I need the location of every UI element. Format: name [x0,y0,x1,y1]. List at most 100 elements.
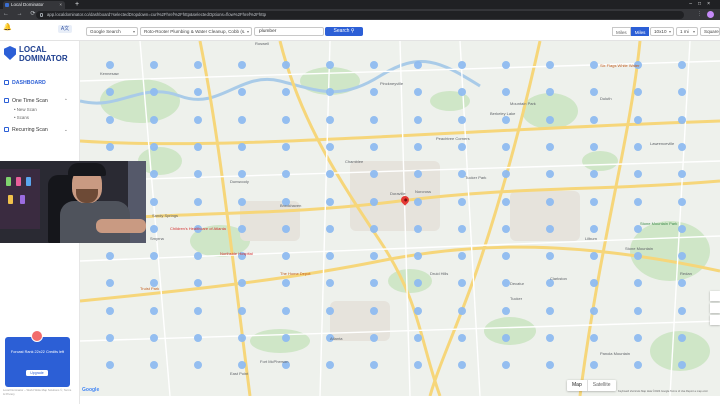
grid-point[interactable] [370,334,378,342]
sidebar-item-one-time-scan[interactable]: One Time Scan [4,98,48,104]
grid-point[interactable] [502,115,510,124]
grid-point[interactable] [634,115,642,124]
grid-point[interactable] [370,306,378,315]
grid-point[interactable] [546,306,554,315]
grid-point[interactable] [238,142,246,151]
map-type-satellite[interactable]: Satellite [586,380,616,391]
business-select[interactable]: Roto-Rooter Plumbing & Water Cleanup, Co… [140,27,252,36]
grid-point[interactable] [634,334,642,342]
chevron-down-icon[interactable]: ⌄ [64,127,68,133]
language-button[interactable]: A文 [58,25,72,33]
grid-point[interactable] [106,115,114,124]
grid-point[interactable] [282,224,290,233]
grid-point[interactable] [238,197,246,206]
grid-point[interactable] [678,115,686,124]
url-field[interactable]: app.localdominator.co/dashboard?selected… [36,10,684,19]
grid-point[interactable] [678,197,686,206]
nav-buttons[interactable]: ← → ⟳ [3,9,38,20]
grid-point[interactable] [282,306,290,315]
grid-point[interactable] [634,197,642,206]
grid-point[interactable] [458,334,466,342]
grid-point[interactable] [238,334,246,342]
grid-point[interactable] [502,197,510,206]
unit-option[interactable]: Miles [612,27,631,36]
grid-point[interactable] [502,142,510,151]
grid-point[interactable] [326,224,334,233]
grid-point[interactable] [590,306,598,315]
grid-point[interactable] [238,61,246,69]
grid-point[interactable] [590,334,598,342]
grid-point[interactable] [282,115,290,124]
grid-point[interactable] [590,61,598,69]
grid-point[interactable] [238,306,246,315]
map-attribution[interactable]: Keyboard shortcuts Map data ©2024 Google… [618,390,708,393]
unit-option-active[interactable]: Miles [630,27,650,36]
grid-point[interactable] [414,306,422,315]
new-tab-button[interactable]: + [75,0,79,9]
grid-point[interactable] [238,224,246,233]
shape-select[interactable]: Square [700,27,720,36]
search-button[interactable]: Search ⚲ [325,27,363,36]
upgrade-button[interactable]: Upgrade [26,370,48,376]
extensions-icon[interactable]: ⋮ [697,9,702,20]
grid-point[interactable] [546,115,554,124]
grid-point[interactable] [150,306,158,315]
grid-point[interactable] [194,334,202,342]
grid-point[interactable] [458,197,466,206]
grid-point[interactable] [502,224,510,233]
grid-point[interactable] [458,306,466,315]
grid-point[interactable] [678,334,686,342]
chevron-up-icon[interactable]: ⌃ [64,98,68,104]
grid-point[interactable] [414,197,422,206]
window-controls[interactable]: –□× [689,0,716,9]
grid-point[interactable] [106,61,114,69]
grid-point[interactable] [546,224,554,233]
sidebar-item-dashboard[interactable]: DASHBOARD [4,80,46,86]
grid-point[interactable] [458,142,466,151]
grid-point[interactable] [590,115,598,124]
grid-point[interactable] [414,142,422,151]
grid-point[interactable] [546,197,554,206]
grid-size-select[interactable]: 10x10 ▾ [650,27,674,36]
sidebar-item-new-scan[interactable]: • New Scan [14,107,37,112]
grid-point[interactable] [326,306,334,315]
grid-point[interactable] [282,334,290,342]
grid-point[interactable] [282,142,290,151]
grid-point[interactable] [326,142,334,151]
grid-point[interactable] [634,142,642,151]
grid-point[interactable] [194,142,202,151]
grid-point[interactable] [370,61,378,69]
grid-point[interactable] [546,142,554,151]
search-type-select[interactable]: Google Search ▾ [86,27,138,36]
sidebar-item-scans[interactable]: • Scans [14,115,29,120]
grid-point[interactable] [502,334,510,342]
zoom-out-button[interactable] [710,315,720,325]
grid-point[interactable] [414,224,422,233]
grid-point[interactable] [678,142,686,151]
grid-point[interactable] [458,61,466,69]
grid-point[interactable] [414,334,422,342]
grid-point[interactable] [458,224,466,233]
grid-point[interactable] [238,115,246,124]
grid-point[interactable] [194,61,202,69]
grid-point[interactable] [502,306,510,315]
grid-point[interactable] [106,306,114,315]
map-canvas[interactable]: Atlanta Roswell Dunwoody Doraville Tucker Smy… [80,41,720,396]
grid-point[interactable] [634,306,642,315]
grid-point[interactable] [150,334,158,342]
grid-point[interactable] [326,197,334,206]
radius-select[interactable]: 1 mi ▾ [676,27,698,36]
close-tab-icon[interactable]: × [59,1,62,9]
grid-point[interactable] [370,224,378,233]
grid-point[interactable] [150,115,158,124]
grid-point[interactable] [590,142,598,151]
grid-point[interactable] [590,197,598,206]
grid-point[interactable] [590,224,598,233]
grid-point[interactable] [326,115,334,124]
grid-point[interactable] [370,197,378,206]
grid-point[interactable] [106,142,114,151]
zoom-in-button[interactable] [710,303,720,313]
browser-tab[interactable]: Local Dominator × [3,1,65,9]
grid-point[interactable] [370,115,378,124]
grid-point[interactable] [150,61,158,69]
